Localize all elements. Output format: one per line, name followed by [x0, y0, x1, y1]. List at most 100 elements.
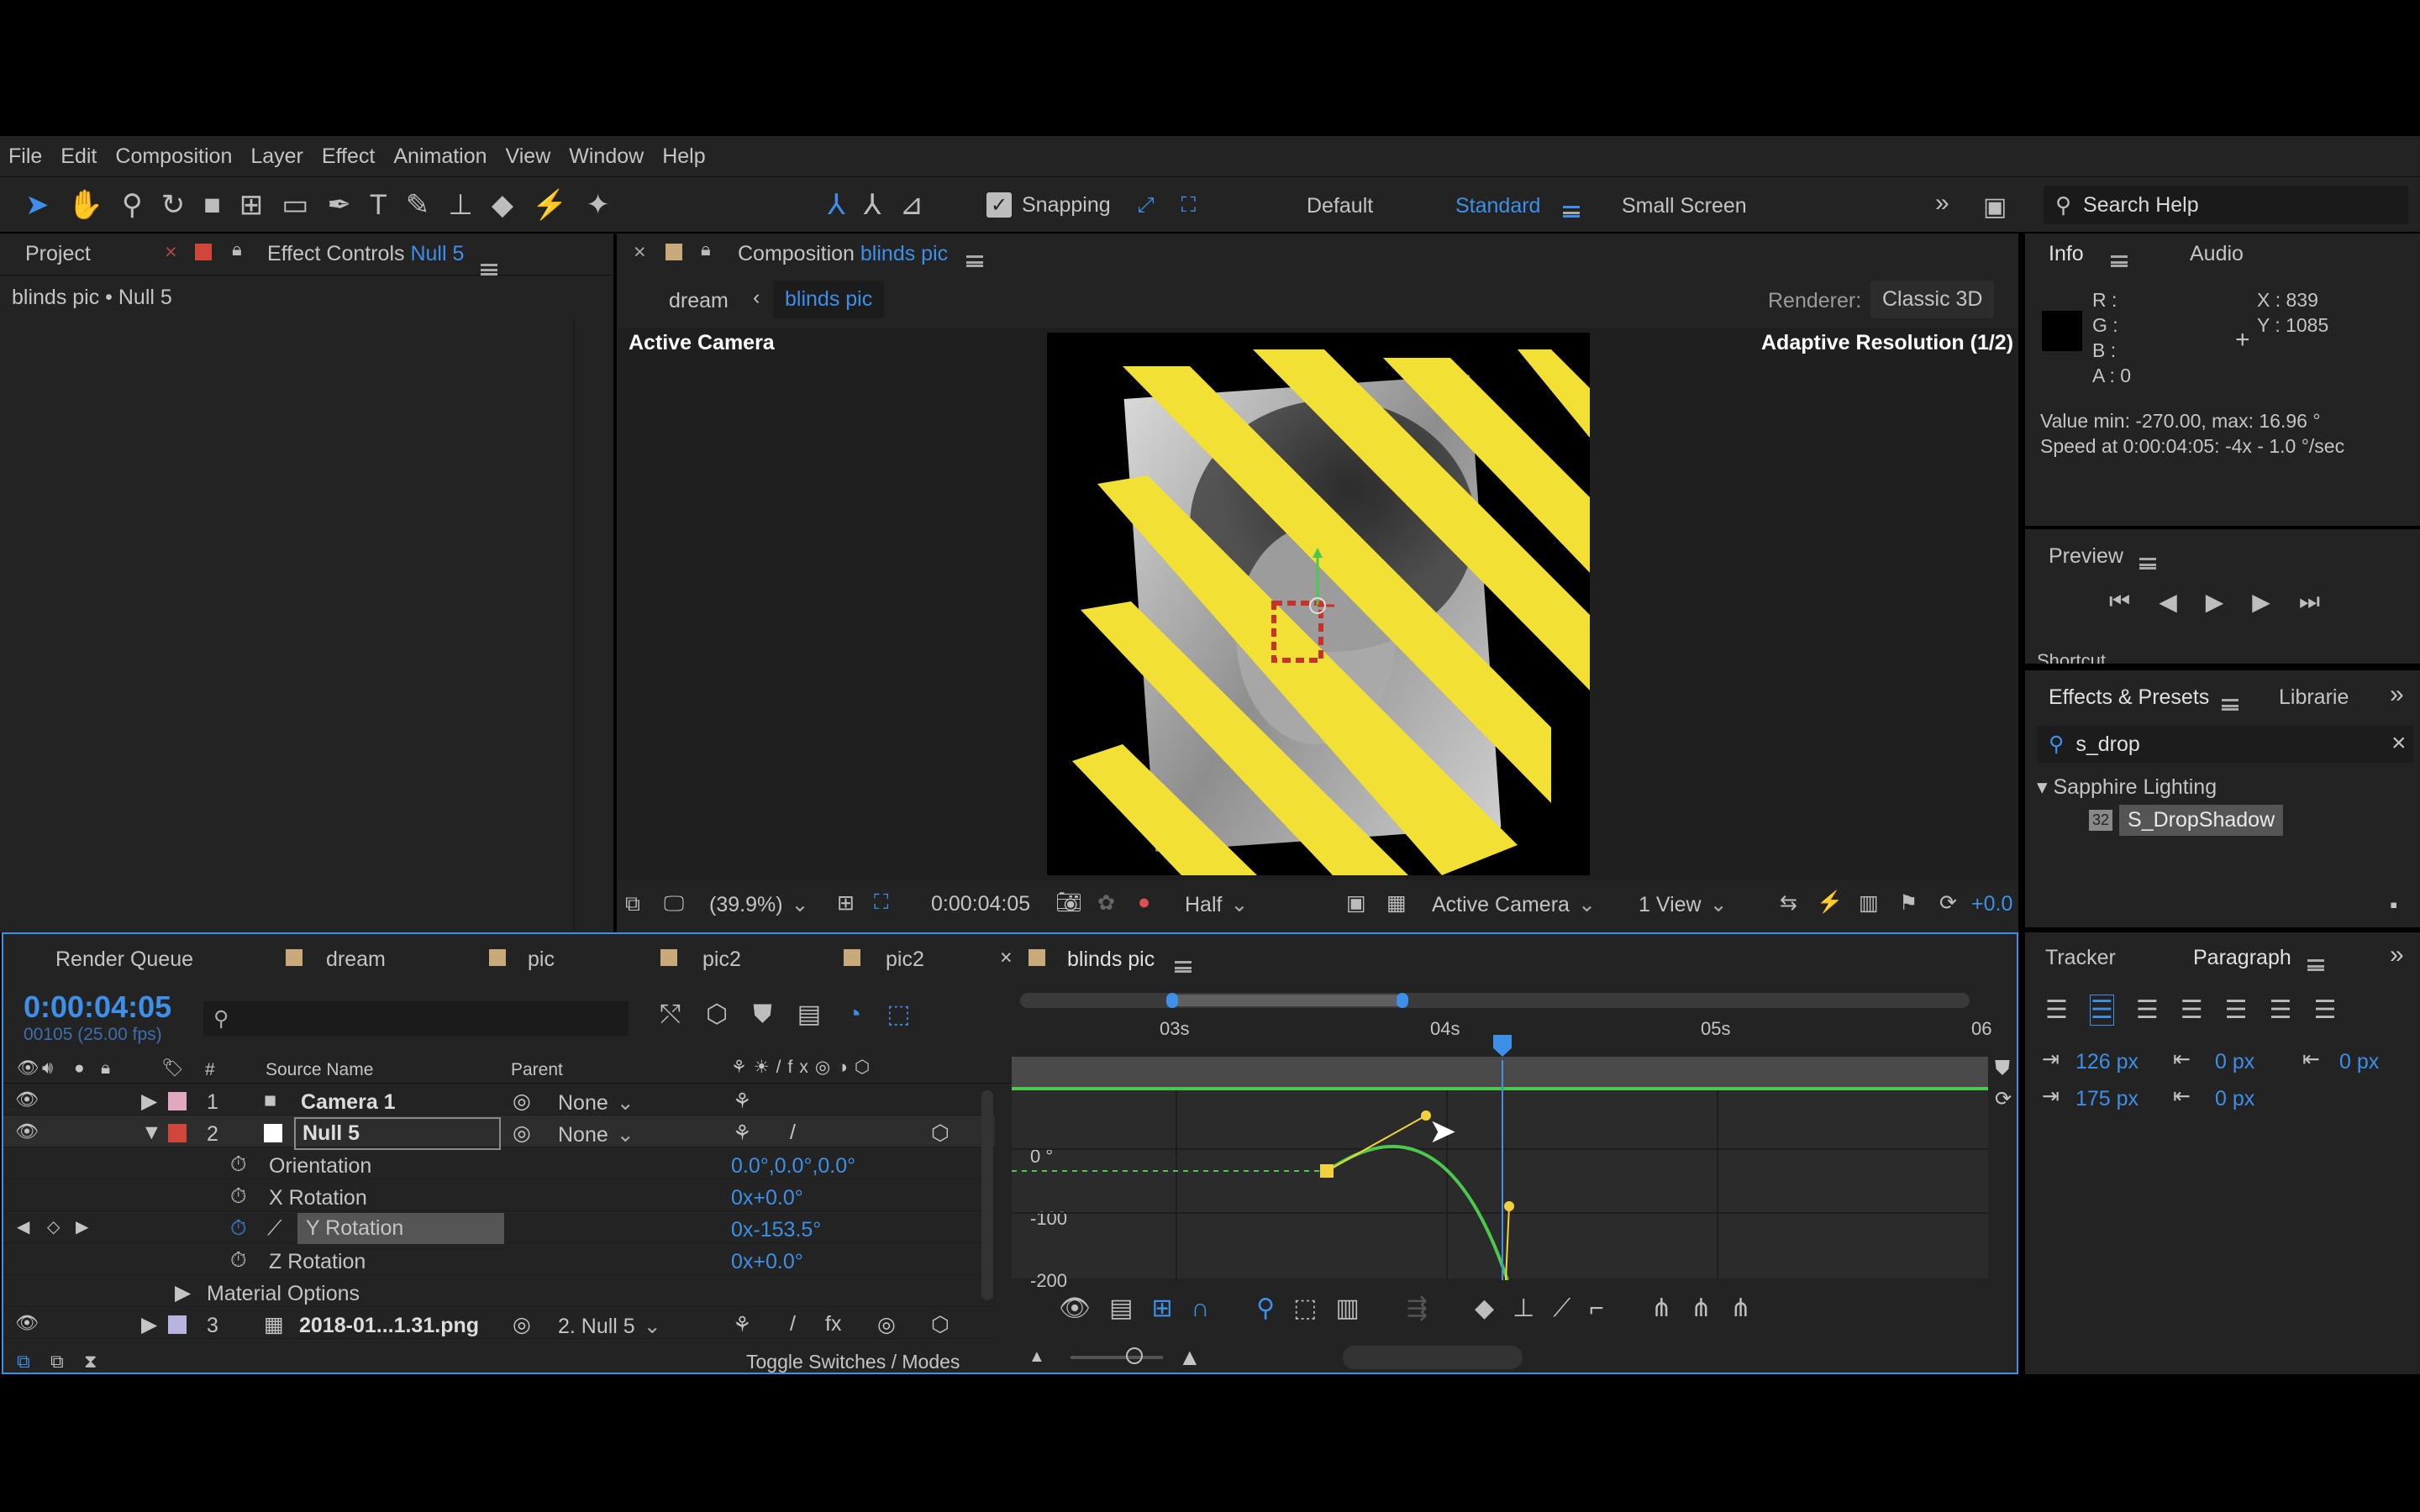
timeline-icon[interactable]: ▥ [1859, 890, 1879, 916]
in-out-toggle-icon[interactable]: ⧗ [84, 1351, 97, 1373]
breadcrumb-blinds-pic[interactable]: blinds pic [773, 281, 885, 318]
puppet-tool-icon[interactable]: ✦ [586, 188, 610, 222]
parent-dropdown[interactable]: None [558, 1090, 709, 1116]
workspace-standard[interactable]: Standard [1455, 194, 1540, 218]
graph-settings-icon[interactable]: ⟳ [1995, 1087, 2012, 1111]
comp-panel-menu-icon[interactable] [966, 255, 983, 267]
linear-keyframe-icon[interactable]: ⟋ [1553, 1294, 1570, 1323]
menu-layer[interactable]: Layer [250, 144, 303, 169]
menu-animation[interactable]: Animation [393, 144, 487, 169]
separate-dimensions-icon[interactable]: ⇶ [1407, 1294, 1428, 1323]
timeline-zoom-thumb[interactable] [1126, 1347, 1143, 1364]
zoom-tool-icon[interactable]: ⚲ [122, 188, 143, 222]
comp-lock-icon[interactable]: 🔒︎ [701, 239, 711, 260]
resolution-dropdown[interactable]: Half [1185, 892, 1328, 917]
layer-row[interactable]: 👁︎ ▶ 3 ▦ 2018-01...1.31.png ◎ 2. Null 5 … [3, 1307, 995, 1339]
graph-editor-icon[interactable]: ⬚ [886, 1000, 910, 1029]
camera-tool-icon[interactable]: ■ [203, 189, 221, 222]
layer-row-selected[interactable]: 👁︎ ▼ 2 Null 5 ◎ None ⚘ / ⬡ [3, 1116, 995, 1150]
tab-pic[interactable]: pic [528, 948, 555, 972]
stopwatch-icon[interactable]: ⏱︎ [230, 1184, 247, 1209]
property-y-rotation[interactable]: ◀ ◇ ▶ ⏱︎ ⟋ Y Rotation 0x-153.5° [3, 1211, 995, 1244]
menu-effect[interactable]: Effect [322, 144, 375, 169]
workspace-small-screen[interactable]: Small Screen [1622, 194, 1747, 218]
paragraph-more-icon[interactable]: » [2390, 941, 2404, 969]
renderer-value[interactable]: Classic 3D [1870, 281, 1995, 318]
add-keyframe-icon[interactable]: ◇ [47, 1216, 60, 1237]
transparency-grid-icon[interactable]: ▦ [1386, 890, 1407, 916]
expand-arrow-icon[interactable]: ▶ [141, 1089, 157, 1114]
comp-close-icon[interactable]: × [634, 240, 646, 265]
menu-file[interactable]: File [8, 144, 42, 169]
work-area-bar[interactable] [1020, 993, 1970, 1008]
snapshot-camera-icon[interactable]: 📷︎ [1055, 890, 1082, 915]
show-properties-icon[interactable]: 👁︎ [1059, 1294, 1091, 1323]
snapping-checkbox[interactable]: ✓ [986, 192, 1012, 218]
mask-visibility-icon[interactable]: ⛶ [874, 890, 889, 915]
toggle-switches-modes[interactable]: Toggle Switches / Modes [746, 1351, 960, 1373]
edit-keyframe-icon[interactable]: ◆ [1475, 1294, 1494, 1323]
toggle-pixel-aspect-icon[interactable]: ⇆ [1780, 890, 1797, 916]
snap-points-icon[interactable]: ⛶ [1181, 193, 1197, 218]
rotate-tool-icon[interactable]: ↻ [161, 188, 186, 222]
info-menu-icon[interactable] [2111, 255, 2128, 267]
work-area-range[interactable] [1171, 995, 1402, 1006]
frame-blending-icon[interactable]: ▤ [797, 1000, 821, 1029]
effects-search-field[interactable]: ⚲ s_drop [2037, 726, 2413, 763]
graph-include-icon[interactable]: ⟋ [267, 1216, 282, 1241]
timeline-zoom-slider[interactable] [1071, 1356, 1163, 1359]
brush-tool-icon[interactable]: ✎ [406, 188, 430, 222]
parent-dropdown[interactable]: 2. Null 5 [558, 1314, 709, 1339]
tab-blinds-pic[interactable]: blinds pic [1067, 948, 1155, 972]
playhead-handle[interactable] [1493, 1035, 1512, 1057]
first-frame-icon[interactable]: ⏮ [2109, 588, 2130, 616]
first-line-indent-value[interactable]: 175 px [2075, 1087, 2139, 1111]
layer-name[interactable]: 2018-01...1.31.png [299, 1314, 479, 1338]
horizontal-scrollbar[interactable] [1343, 1346, 1523, 1369]
timeline-timecode[interactable]: 0:00:04:05 [24, 990, 171, 1025]
new-preset-icon[interactable]: ▪ [2390, 892, 2397, 918]
tab-project[interactable]: Project [25, 242, 91, 266]
view-axis-icon[interactable]: ⊿ [900, 188, 924, 222]
eraser-tool-icon[interactable]: ◆ [492, 188, 513, 222]
align-left-icon[interactable]: ☰ [2045, 995, 2068, 1025]
easy-ease-icon[interactable]: ⋔ [1651, 1294, 1672, 1323]
quality-switch-icon[interactable]: / [790, 1312, 796, 1336]
tab-pic2-a[interactable]: pic2 [702, 948, 741, 972]
more-panels-icon[interactable]: » [2390, 680, 2404, 709]
effects-category[interactable]: ▾ Sapphire Lighting [2037, 774, 2217, 800]
property-value[interactable]: 0x+0.0° [731, 1186, 803, 1210]
tab-tracker[interactable]: Tracker [2045, 946, 2116, 970]
visibility-eye-icon[interactable]: 👁︎ [15, 1121, 39, 1142]
selection-tool-icon[interactable]: ➤ [25, 188, 50, 222]
camera-view-dropdown[interactable]: Active Camera [1432, 892, 1625, 917]
panel-menu-icon[interactable] [481, 263, 497, 276]
graph-editor[interactable]: 03s 04s 05s 06 0 ° -100 -200 ➤ 👁︎ ▤ ⊞ ∩ … [1012, 990, 1991, 1381]
layer-label-color[interactable] [168, 1315, 187, 1334]
next-keyframe-icon[interactable]: ▶ [76, 1216, 88, 1237]
workspace-menu-icon[interactable] [1563, 206, 1580, 218]
pickwhip-icon[interactable]: ◎ [513, 1089, 531, 1114]
view-layout-dropdown[interactable]: 1 View [1639, 892, 1765, 917]
hand-tool-icon[interactable]: ✋ [68, 188, 103, 222]
exposure-value[interactable]: +0.0 [1971, 892, 2012, 916]
effect-item[interactable]: 32 S_DropShadow [2089, 804, 2284, 836]
previous-keyframe-icon[interactable]: ◀ [17, 1216, 29, 1237]
layer-label-color[interactable] [168, 1092, 187, 1110]
preview-menu-icon[interactable] [2139, 558, 2156, 570]
fast-previews-icon[interactable]: ⚡ [1817, 890, 1843, 915]
motion-blur-icon[interactable]: ◔ [846, 1000, 861, 1029]
tab-effects-presets[interactable]: Effects & Presets [2049, 685, 2209, 710]
indent-left-value[interactable]: 126 px [2075, 1050, 2139, 1074]
property-z-rotation[interactable]: ⏱︎ Z Rotation 0x+0.0° [3, 1243, 995, 1275]
expand-arrow-icon[interactable]: ▶ [175, 1280, 191, 1305]
auto-zoom-height-icon[interactable]: ⚲ [1256, 1294, 1275, 1323]
workspace-default[interactable]: Default [1307, 194, 1373, 218]
collapse-arrow-icon[interactable]: ▼ [141, 1121, 162, 1145]
auto-bezier-icon[interactable]: ⌐ [1589, 1294, 1604, 1323]
play-icon[interactable]: ▶ [2206, 588, 2224, 616]
layer-name[interactable]: Camera 1 [301, 1090, 396, 1115]
sync-settings-icon[interactable]: ▣ [1983, 192, 2007, 222]
tab-render-queue[interactable]: Render Queue [55, 948, 193, 972]
property-value[interactable]: 0.0°,0.0°,0.0° [731, 1154, 855, 1179]
